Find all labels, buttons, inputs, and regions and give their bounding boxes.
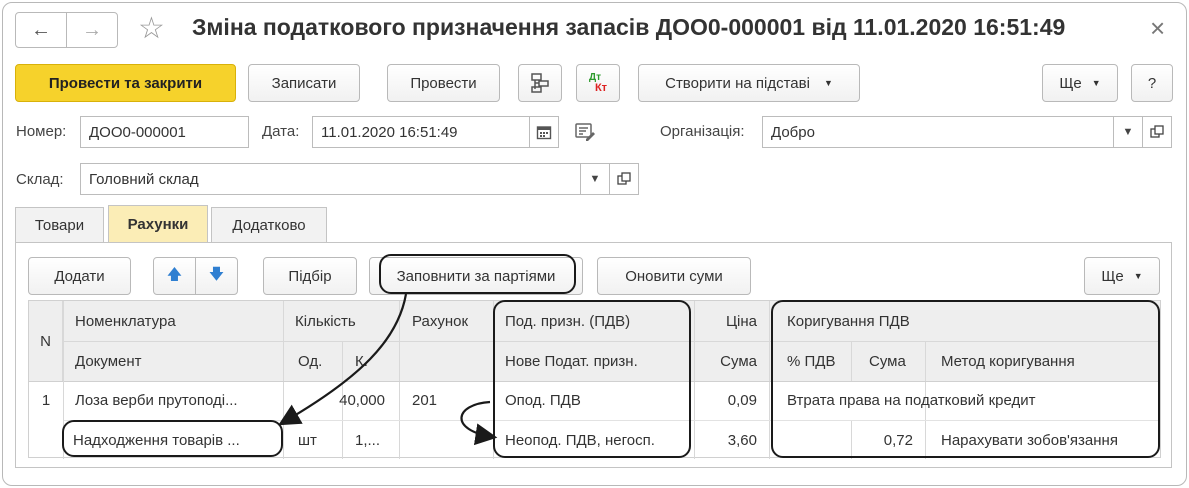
arrow-to-new-tax-purpose <box>460 400 498 446</box>
callout-arrows <box>278 293 498 446</box>
arrow-to-document <box>278 293 408 426</box>
